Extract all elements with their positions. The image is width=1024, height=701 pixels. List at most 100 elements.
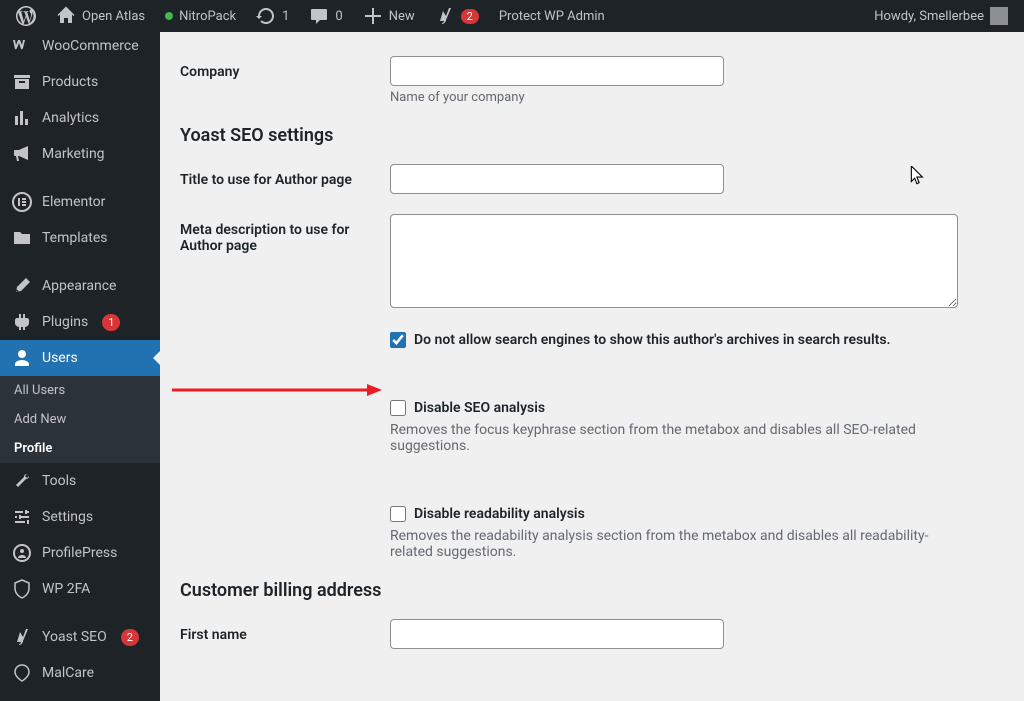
disable-seo-desc: Removes the focus keyphrase section from…: [390, 422, 970, 454]
shield-icon: [12, 579, 32, 599]
sidebar-item-label: Templates: [42, 230, 108, 246]
disable-readability-checkbox[interactable]: [390, 506, 406, 522]
disable-seo-checkbox[interactable]: [390, 400, 406, 416]
company-input[interactable]: [390, 56, 724, 86]
field-company: Company Name of your company: [180, 56, 1004, 105]
sidebar-item-appearance[interactable]: Appearance: [0, 268, 160, 304]
sidebar-item-templates[interactable]: Templates: [0, 220, 160, 256]
yoast-icon: [435, 6, 455, 26]
profilepress-icon: [12, 543, 32, 563]
billing-heading: Customer billing address: [180, 580, 1004, 601]
author-meta-textarea[interactable]: [390, 214, 958, 308]
status-dot-icon: [165, 12, 173, 20]
account-link[interactable]: Howdy, Smellerbee: [866, 0, 1016, 32]
field-author-title: Title to use for Author page: [180, 164, 1004, 194]
elementor-icon: [12, 192, 32, 212]
nitropack-link[interactable]: NitroPack: [157, 0, 244, 32]
user-icon: [12, 348, 32, 368]
archive-icon: [12, 72, 32, 92]
sidebar-item-label: Tools: [42, 473, 76, 489]
home-icon: [56, 6, 76, 26]
sidebar-item-label: ProfilePress: [42, 545, 117, 561]
company-label: Company: [180, 56, 390, 80]
updates-count: 1: [282, 9, 289, 24]
yoast-icon: [12, 627, 32, 647]
noindex-label[interactable]: Do not allow search engines to show this…: [414, 332, 891, 348]
submenu-add-new-user[interactable]: Add New: [0, 405, 160, 434]
sidebar-item-label: Users: [42, 350, 78, 366]
yoast-link[interactable]: 2: [427, 0, 487, 32]
field-disable-seo: Disable SEO analysis Removes the focus k…: [180, 400, 1004, 454]
sidebar-item-settings[interactable]: Settings: [0, 499, 160, 535]
woocommerce-icon: [12, 36, 32, 56]
sidebar-item-label: Analytics: [42, 110, 99, 126]
sidebar-item-products[interactable]: Products: [0, 64, 160, 100]
main-content: Company Name of your company Yoast SEO s…: [160, 32, 1024, 701]
sidebar-item-label: MalCare: [42, 665, 94, 681]
new-content-link[interactable]: New: [355, 0, 423, 32]
protect-admin-link[interactable]: Protect WP Admin: [491, 0, 613, 32]
comments-count: 0: [335, 9, 342, 24]
first-name-input[interactable]: [390, 619, 724, 649]
sidebar-item-wp2fa[interactable]: WP 2FA: [0, 571, 160, 607]
disable-seo-label[interactable]: Disable SEO analysis: [414, 400, 545, 416]
author-title-label: Title to use for Author page: [180, 164, 390, 188]
sidebar-item-label: WP 2FA: [42, 581, 90, 597]
avatar: [990, 7, 1008, 25]
sidebar-item-label: Products: [42, 74, 98, 90]
sidebar-item-malcare[interactable]: MalCare: [0, 655, 160, 691]
chart-icon: [12, 108, 32, 128]
plugins-badge: 1: [102, 314, 120, 331]
disable-readability-desc: Removes the readability analysis section…: [390, 528, 970, 560]
nitropack-label: NitroPack: [179, 9, 236, 24]
sidebar-item-users[interactable]: Users: [0, 340, 160, 376]
yoast-badge: 2: [121, 629, 139, 646]
sidebar-item-label: Settings: [42, 509, 93, 525]
sidebar-item-label: WooCommerce: [42, 38, 139, 54]
sidebar-item-label: Yoast SEO: [42, 629, 107, 645]
wrench-icon: [12, 471, 32, 491]
noindex-checkbox[interactable]: [390, 332, 406, 348]
sidebar-item-profilepress[interactable]: ProfilePress: [0, 535, 160, 571]
sidebar-item-analytics[interactable]: Analytics: [0, 100, 160, 136]
sidebar-item-yoast[interactable]: Yoast SEO 2: [0, 619, 160, 655]
sidebar-item-marketing[interactable]: Marketing: [0, 136, 160, 172]
sidebar-item-label: Marketing: [42, 146, 105, 162]
brush-icon: [12, 276, 32, 296]
new-label: New: [389, 9, 415, 24]
submenu-all-users[interactable]: All Users: [0, 376, 160, 405]
update-icon: [256, 6, 276, 26]
sidebar-item-mailoptin[interactable]: MailOptin: [0, 691, 160, 701]
protect-label: Protect WP Admin: [499, 9, 605, 24]
sidebar-item-woocommerce[interactable]: WooCommerce: [0, 32, 160, 64]
site-name: Open Atlas: [82, 9, 145, 24]
folder-icon: [12, 228, 32, 248]
author-meta-label: Meta description to use for Author page: [180, 214, 390, 254]
admin-sidebar: WooCommerce Products Analytics Marketing…: [0, 32, 160, 701]
comment-icon: [309, 6, 329, 26]
first-name-label: First name: [180, 619, 390, 643]
yoast-heading: Yoast SEO settings: [180, 125, 1004, 146]
plus-icon: [363, 6, 383, 26]
admin-toolbar: Open Atlas NitroPack 1 0 New: [0, 0, 1024, 32]
sidebar-item-elementor[interactable]: Elementor: [0, 184, 160, 220]
sidebar-item-label: Elementor: [42, 194, 105, 210]
megaphone-icon: [12, 144, 32, 164]
yoast-badge: 2: [461, 9, 479, 24]
site-name-link[interactable]: Open Atlas: [48, 0, 153, 32]
adminbar-left: Open Atlas NitroPack 1 0 New: [8, 0, 613, 32]
field-disable-readability: Disable readability analysis Removes the…: [180, 506, 1004, 560]
sliders-icon: [12, 507, 32, 527]
comments-link[interactable]: 0: [301, 0, 350, 32]
updates-link[interactable]: 1: [248, 0, 297, 32]
disable-readability-label[interactable]: Disable readability analysis: [414, 506, 585, 522]
wordpress-icon: [16, 6, 36, 26]
sidebar-item-tools[interactable]: Tools: [0, 463, 160, 499]
submenu-profile[interactable]: Profile: [0, 434, 160, 463]
field-first-name: First name: [180, 619, 1004, 649]
field-noindex: Do not allow search engines to show this…: [180, 332, 1004, 348]
wp-logo-menu[interactable]: [8, 0, 44, 32]
sidebar-item-plugins[interactable]: Plugins 1: [0, 304, 160, 340]
author-title-input[interactable]: [390, 164, 724, 194]
field-author-meta: Meta description to use for Author page: [180, 214, 1004, 312]
